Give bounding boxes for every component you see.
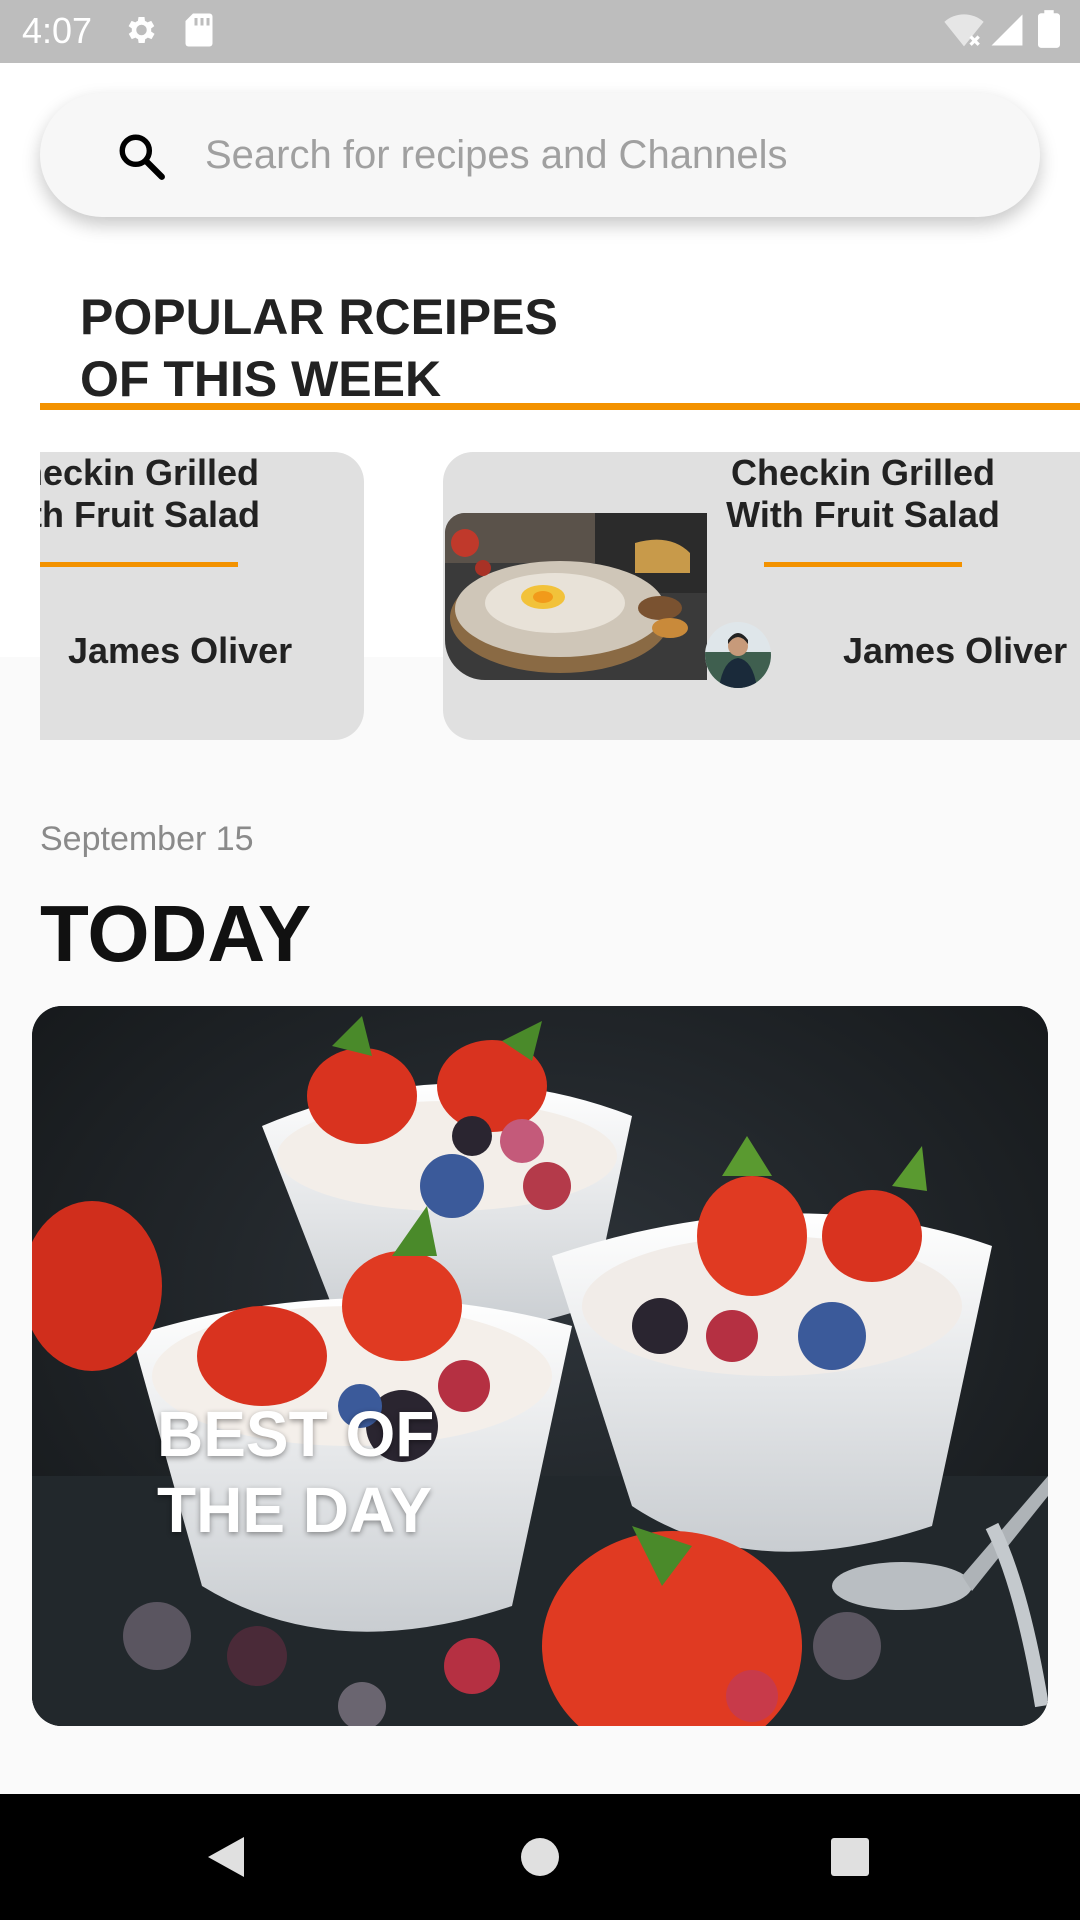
recipe-card[interactable]: heckin Grilled ith Fruit Salad James Oli… — [40, 452, 364, 740]
search-input[interactable] — [205, 121, 1005, 189]
search-bar[interactable] — [40, 93, 1040, 217]
signal-icon — [990, 12, 1024, 53]
search-icon[interactable] — [116, 131, 166, 181]
popular-title-line2: OF THIS WEEK — [80, 351, 442, 407]
recipe-card-title: heckin Grilled ith Fruit Salad — [40, 452, 260, 535]
popular-section-title: POPULAR RCEIPES OF THIS WEEK — [80, 286, 780, 410]
best-of-the-day-title: BEST OF THE DAY — [157, 1398, 435, 1546]
recipe-card-divider — [40, 562, 238, 567]
system-navigation-bar — [0, 1794, 1080, 1920]
recipe-card-divider — [764, 562, 962, 567]
recipe-card-author[interactable]: James Oliver — [843, 630, 1067, 672]
home-button[interactable] — [480, 1794, 600, 1920]
section-divider — [40, 403, 1080, 410]
popular-recipes-carousel[interactable]: heckin Grilled ith Fruit Salad James Oli… — [40, 452, 1080, 740]
wifi-off-icon — [944, 12, 984, 53]
best-of-the-day-card[interactable]: BEST OF THE DAY — [32, 1006, 1048, 1726]
back-icon — [166, 1837, 286, 1920]
recipe-card-title: Checkin Grilled With Fruit Salad — [726, 452, 1000, 535]
best-of-day-image — [32, 1006, 1048, 1726]
app-screen: 4:07 POPULAR RCEIPES OF THIS WEEK — [0, 0, 1080, 1920]
recipe-image[interactable] — [445, 513, 707, 680]
today-heading: TODAY — [40, 889, 312, 978]
status-time: 4:07 — [22, 10, 93, 51]
battery-icon — [1038, 10, 1060, 53]
popular-title-line1: POPULAR RCEIPES — [80, 289, 558, 345]
status-bar: 4:07 — [0, 0, 1080, 63]
recents-button[interactable] — [790, 1794, 910, 1920]
back-button[interactable] — [166, 1794, 286, 1920]
sd-card-icon — [184, 12, 214, 53]
recents-icon — [790, 1838, 910, 1920]
gear-icon — [122, 12, 158, 53]
home-icon — [480, 1838, 600, 1920]
avatar[interactable] — [705, 622, 771, 688]
date-label: September 15 — [40, 820, 254, 858]
recipe-card-author[interactable]: James Oliver — [68, 630, 292, 672]
recipe-card[interactable]: Checkin Grilled With Fruit Salad James O… — [443, 452, 1080, 740]
